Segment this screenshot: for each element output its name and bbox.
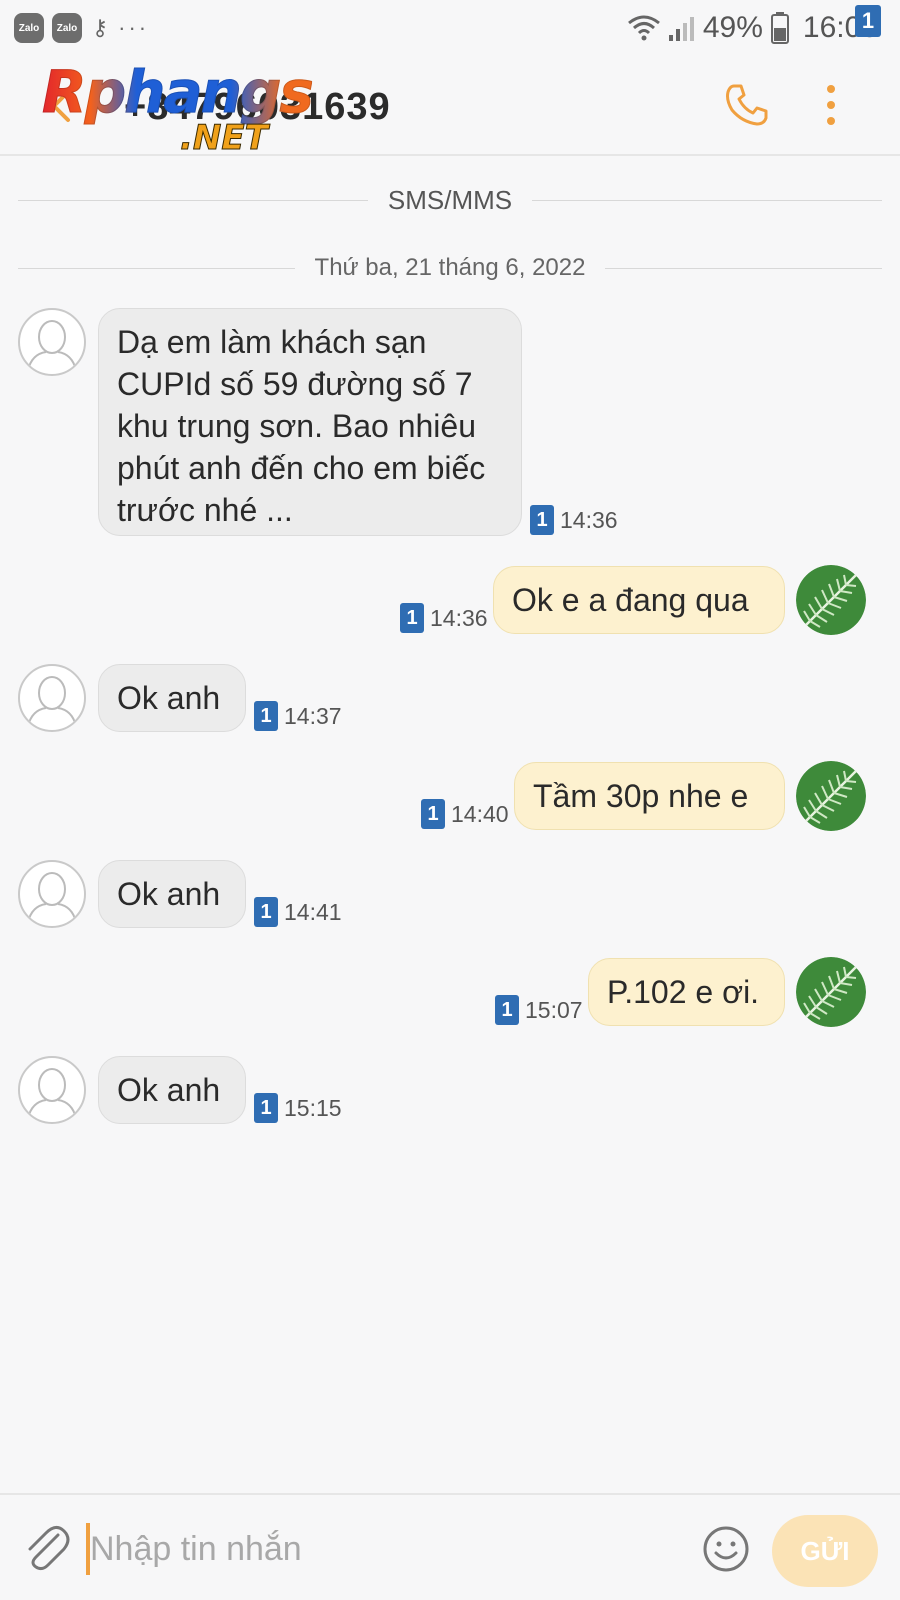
more-notifications-icon: ··· bbox=[118, 15, 150, 40]
fern-avatar-image bbox=[796, 565, 866, 635]
sim-badge: 1 bbox=[254, 1093, 278, 1123]
contact-avatar[interactable] bbox=[18, 860, 86, 928]
message-time: 15:15 bbox=[284, 1094, 342, 1121]
watermark-logo-bottom: .NET bbox=[180, 118, 269, 159]
incoming-message-bubble[interactable]: Ok anh bbox=[98, 664, 246, 732]
conversation-header: +84796031639 Rphangs .NET bbox=[0, 56, 900, 159]
zalo-notification-icon: Zalo bbox=[52, 13, 82, 43]
message-meta: 1 15:15 bbox=[254, 1093, 342, 1123]
send-button[interactable]: GỬI bbox=[772, 1515, 878, 1587]
person-outline-icon bbox=[27, 320, 77, 371]
divider-line bbox=[18, 267, 295, 269]
channel-label: SMS/MMS bbox=[387, 184, 513, 215]
phone-call-icon[interactable] bbox=[722, 80, 772, 130]
watermark-logo-top: Rphangs bbox=[42, 58, 315, 127]
outgoing-message-bubble[interactable]: Ok e a đang qua bbox=[493, 566, 785, 634]
status-right: 49% 16:00 bbox=[627, 11, 878, 45]
message-input[interactable] bbox=[90, 1519, 670, 1579]
sim-badge: 1 bbox=[254, 897, 278, 927]
incoming-message-bubble[interactable]: Dạ em làm khách sạn CUPId số 59 đường số… bbox=[98, 308, 522, 536]
sim-badge: 1 bbox=[254, 701, 278, 731]
divider-line bbox=[18, 199, 368, 201]
sim-badge: 1 bbox=[421, 799, 445, 829]
message-time: 14:41 bbox=[284, 898, 342, 925]
message-time: 14:37 bbox=[284, 702, 342, 729]
message-meta: 1 14:37 bbox=[254, 701, 342, 731]
emoji-icon[interactable] bbox=[702, 1525, 750, 1573]
status-bar: Zalo Zalo ⚷ ··· 49% 16:00 bbox=[0, 0, 900, 56]
incoming-message-bubble[interactable]: Ok anh bbox=[98, 1056, 246, 1124]
message-meta: 1 14:36 bbox=[530, 505, 618, 535]
message-time: 14:40 bbox=[451, 800, 509, 827]
sim-badge: 1 bbox=[495, 995, 519, 1025]
fern-avatar-image bbox=[796, 761, 866, 831]
message-time: 15:07 bbox=[525, 996, 583, 1023]
attach-icon[interactable] bbox=[22, 1521, 70, 1575]
sim-badge: 1 bbox=[400, 603, 424, 633]
divider-line bbox=[605, 267, 882, 269]
watermark-logo: Rphangs .NET bbox=[42, 58, 342, 159]
date-divider: Thứ ba, 21 tháng 6, 2022 bbox=[18, 248, 882, 288]
compose-bar: GỬI bbox=[0, 1493, 900, 1600]
signal-icon bbox=[668, 17, 694, 41]
contact-avatar[interactable] bbox=[18, 308, 86, 376]
message-time: 14:36 bbox=[430, 604, 488, 631]
send-sim-badge: 1 bbox=[855, 5, 881, 37]
wifi-icon bbox=[627, 15, 660, 41]
person-outline-icon bbox=[27, 872, 77, 923]
contact-avatar[interactable] bbox=[18, 664, 86, 732]
fern-avatar-image bbox=[796, 957, 866, 1027]
user-avatar[interactable] bbox=[796, 761, 866, 831]
message-meta: 1 15:07 bbox=[495, 995, 583, 1025]
key-icon: ⚷ bbox=[92, 15, 109, 40]
user-avatar[interactable] bbox=[796, 957, 866, 1027]
more-options-icon[interactable] bbox=[816, 80, 846, 130]
status-left: Zalo Zalo ⚷ ··· bbox=[14, 13, 149, 43]
person-outline-icon bbox=[27, 676, 77, 727]
outgoing-message-bubble[interactable]: P.102 e ơi. bbox=[588, 958, 785, 1026]
outgoing-message-bubble[interactable]: Tầm 30p nhe e bbox=[514, 762, 785, 830]
message-meta: 1 14:36 bbox=[400, 603, 488, 633]
message-meta: 1 14:40 bbox=[421, 799, 509, 829]
battery-icon bbox=[770, 12, 795, 44]
date-label: Thứ ba, 21 tháng 6, 2022 bbox=[314, 254, 586, 281]
person-outline-icon bbox=[27, 1068, 77, 1119]
zalo-notification-icon: Zalo bbox=[14, 13, 44, 43]
user-avatar[interactable] bbox=[796, 565, 866, 635]
incoming-message-bubble[interactable]: Ok anh bbox=[98, 860, 246, 928]
message-time: 14:36 bbox=[560, 506, 618, 533]
message-meta: 1 14:41 bbox=[254, 897, 342, 927]
contact-avatar[interactable] bbox=[18, 1056, 86, 1124]
battery-percent: 49% bbox=[702, 11, 763, 44]
sim-badge: 1 bbox=[530, 505, 554, 535]
channel-divider: SMS/MMS bbox=[18, 180, 883, 220]
divider-line bbox=[532, 199, 883, 201]
